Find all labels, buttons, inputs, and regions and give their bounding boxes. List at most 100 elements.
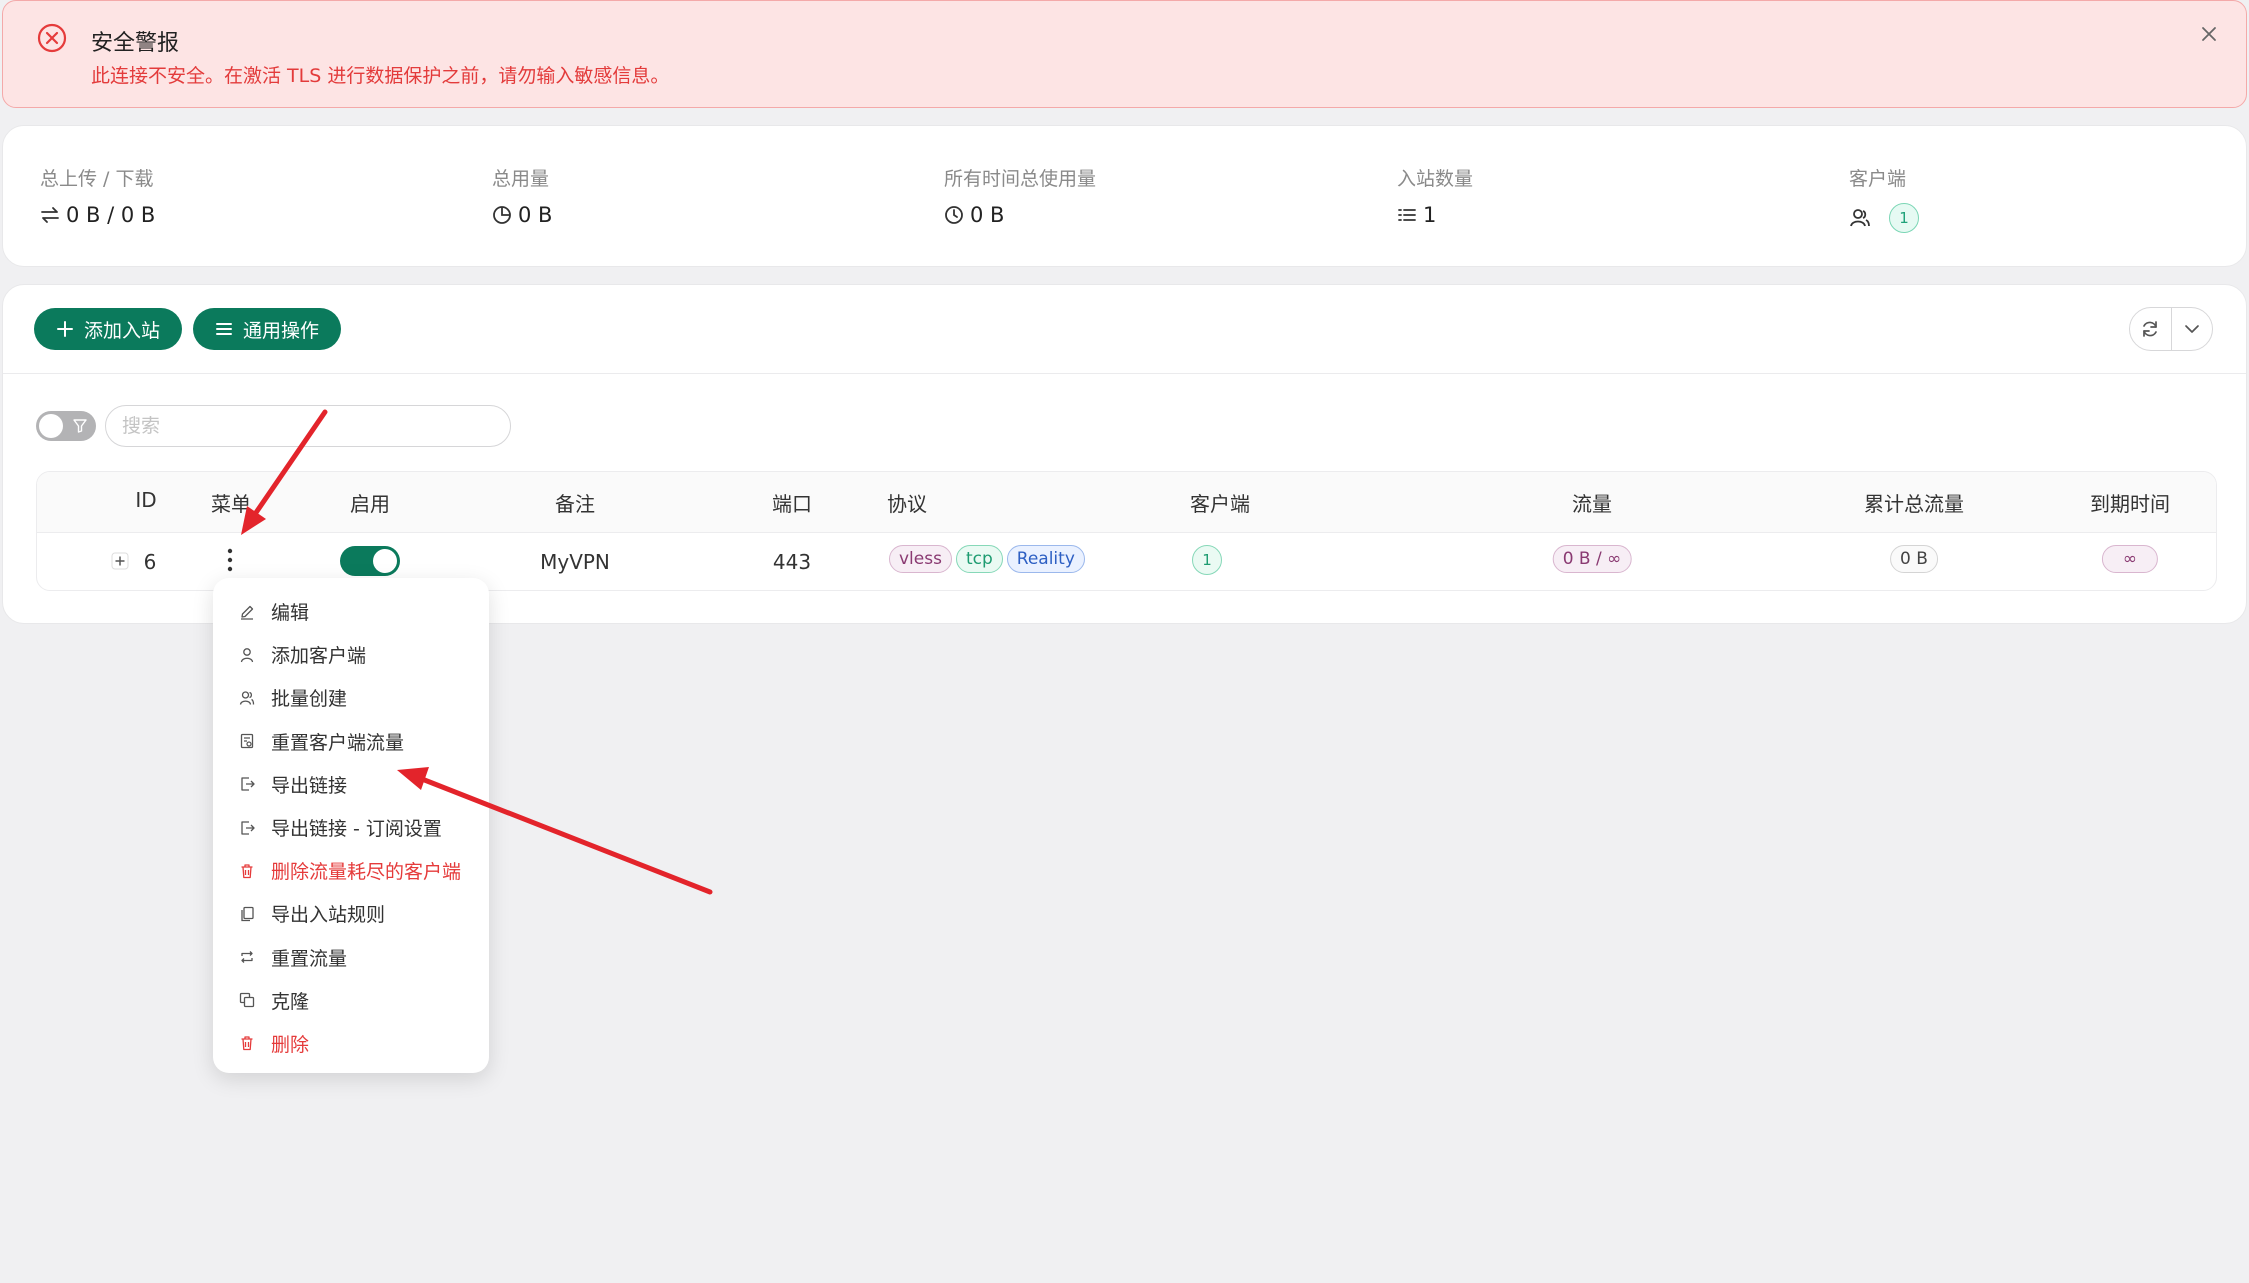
row-port: 443 — [772, 550, 812, 574]
protocol-tag-vless: vless — [889, 545, 952, 573]
col-menu: 菜单 — [211, 492, 251, 516]
row-clients-badge: 1 — [1192, 545, 1222, 575]
alert-title: 安全警报 — [91, 31, 180, 56]
menu-item-label: 导出链接 - 订阅设置 — [271, 818, 442, 841]
menu-item-label: 编辑 — [271, 602, 310, 625]
menu-item-label: 删除流量耗尽的客户端 — [271, 861, 462, 884]
stat-inbound-count: 入站数量 1 — [1397, 164, 1473, 227]
clients-count-badge: 1 — [1889, 203, 1919, 233]
menu-item-label: 删除 — [271, 1033, 310, 1056]
row-id: 6 — [143, 550, 157, 574]
add-inbound-label: 添加入站 — [84, 319, 161, 342]
add-inbound-button[interactable]: 添加入站 — [34, 308, 183, 350]
chevron-down-icon — [2184, 325, 2199, 333]
menu-item-label: 导出入站规则 — [271, 904, 386, 927]
divider — [3, 373, 2246, 374]
col-remark: 备注 — [555, 492, 595, 516]
row-expiry: ∞ — [2101, 545, 2159, 573]
stat-value: 0 B — [518, 203, 553, 227]
plus-icon — [57, 321, 73, 337]
menu-item-delete[interactable]: 删除 — [213, 1022, 489, 1065]
edit-icon — [241, 605, 254, 620]
expand-row-icon[interactable] — [111, 552, 129, 570]
menu-item-label: 导出链接 — [271, 774, 348, 797]
menu-item-label: 重置客户端流量 — [271, 731, 405, 754]
reset-file-icon — [240, 734, 254, 749]
col-total-traffic: 累计总流量 — [1864, 492, 1964, 516]
stat-label: 客户端 — [1849, 168, 1907, 190]
menu-item-edit[interactable]: 编辑 — [213, 590, 489, 633]
protocol-tag-tcp: tcp — [955, 545, 1003, 573]
user-icon — [240, 647, 254, 662]
row-remark: MyVPN — [540, 550, 610, 574]
menu-item-label: 批量创建 — [271, 688, 348, 711]
table-header: ID 菜单 启用 备注 端口 协议 客户端 流量 累计总流量 到期时间 — [37, 472, 2216, 533]
menu-item-export-sub-links[interactable]: 导出链接 - 订阅设置 — [213, 806, 489, 849]
close-icon[interactable] — [2196, 21, 2222, 47]
error-circle-icon — [37, 23, 67, 53]
menu-item-label: 克隆 — [271, 990, 310, 1013]
col-port: 端口 — [772, 492, 812, 516]
security-alert: 安全警报 此连接不安全。在激活 TLS 进行数据保护之前，请勿输入敏感信息。 — [2, 0, 2247, 108]
switch-knob — [373, 549, 397, 573]
row-actions-menu: 编辑 添加客户端 批量创建 重置客户端流量 导出链接 导出链接 - 订阅设置 删… — [213, 578, 489, 1073]
menu-item-label: 重置流量 — [271, 947, 348, 970]
inbounds-table: ID 菜单 启用 备注 端口 协议 客户端 流量 累计总流量 到期时间 6 My… — [36, 471, 2217, 591]
menu-item-reset-client-traffic[interactable]: 重置客户端流量 — [213, 720, 489, 763]
menu-item-clone[interactable]: 克隆 — [213, 979, 489, 1022]
stat-all-time-usage: 所有时间总使用量 0 B — [944, 164, 1096, 227]
stat-label: 所有时间总使用量 — [944, 168, 1097, 190]
users-icon — [1850, 209, 1870, 227]
stat-value: 0 B / 0 B — [66, 203, 156, 227]
col-id: ID — [135, 488, 157, 512]
menu-item-add-client[interactable]: 添加客户端 — [213, 633, 489, 676]
col-enable: 启用 — [350, 492, 390, 516]
protocol-tag-reality: Reality — [1006, 545, 1085, 573]
more-vertical-icon[interactable] — [220, 546, 240, 574]
menu-item-export-links[interactable]: 导出链接 — [213, 763, 489, 806]
stats-card: 总上传 / 下载 0 B / 0 B 总用量 0 B 所有时间总使用量 0 B — [2, 125, 2247, 267]
total-traffic-pill: 0 B — [1890, 545, 1938, 573]
refresh-control — [2129, 307, 2213, 351]
filter-icon — [73, 419, 87, 433]
enable-switch[interactable] — [340, 546, 400, 576]
menu-item-export-inbound[interactable]: 导出入站规则 — [213, 892, 489, 935]
stat-upload-download: 总上传 / 下载 0 B / 0 B — [40, 164, 155, 227]
toggle-knob — [39, 414, 63, 438]
stat-value: 1 — [1423, 203, 1437, 227]
export-icon — [241, 820, 255, 835]
delete-icon — [241, 864, 253, 878]
stat-clients: 客户端 1 — [1849, 164, 1919, 233]
general-actions-label: 通用操作 — [243, 319, 320, 342]
row-traffic: 0 B / ∞ — [1552, 545, 1632, 573]
traffic-pill: 0 B / ∞ — [1552, 545, 1632, 573]
stat-total-usage: 总用量 0 B — [492, 164, 552, 227]
menu-icon — [216, 323, 232, 335]
menu-item-delete-depleted-clients[interactable]: 删除流量耗尽的客户端 — [213, 849, 489, 892]
stat-label: 入站数量 — [1397, 168, 1474, 190]
swap-arrows-icon — [41, 207, 59, 223]
col-protocol: 协议 — [887, 492, 927, 516]
stat-label: 总上传 / 下载 — [40, 168, 154, 190]
inbounds-card: 添加入站 通用操作 ID 菜单 启用 备注 — [2, 284, 2247, 624]
general-actions-button[interactable]: 通用操作 — [193, 308, 342, 350]
expiry-pill: ∞ — [2101, 545, 2159, 573]
delete-icon — [241, 1036, 253, 1051]
filter-toggle[interactable] — [36, 411, 96, 441]
pie-chart-icon — [493, 206, 511, 224]
export-icon — [241, 777, 255, 791]
refresh-button[interactable] — [2130, 308, 2172, 350]
menu-item-label: 添加客户端 — [271, 645, 367, 668]
alert-message: 此连接不安全。在激活 TLS 进行数据保护之前，请勿输入敏感信息。 — [91, 65, 670, 87]
protocol-tags: vless tcp Reality — [889, 545, 1085, 573]
col-expiry: 到期时间 — [2090, 492, 2170, 516]
retweet-icon — [241, 951, 253, 964]
search-input[interactable] — [105, 405, 511, 447]
menu-item-bulk-create[interactable]: 批量创建 — [213, 676, 489, 719]
col-clients: 客户端 — [1190, 492, 1250, 516]
refresh-options-button[interactable] — [2172, 308, 2213, 350]
users-icon — [239, 691, 255, 705]
stat-value: 0 B — [970, 203, 1005, 227]
menu-item-reset-traffic[interactable]: 重置流量 — [213, 936, 489, 979]
clock-icon — [945, 206, 963, 224]
